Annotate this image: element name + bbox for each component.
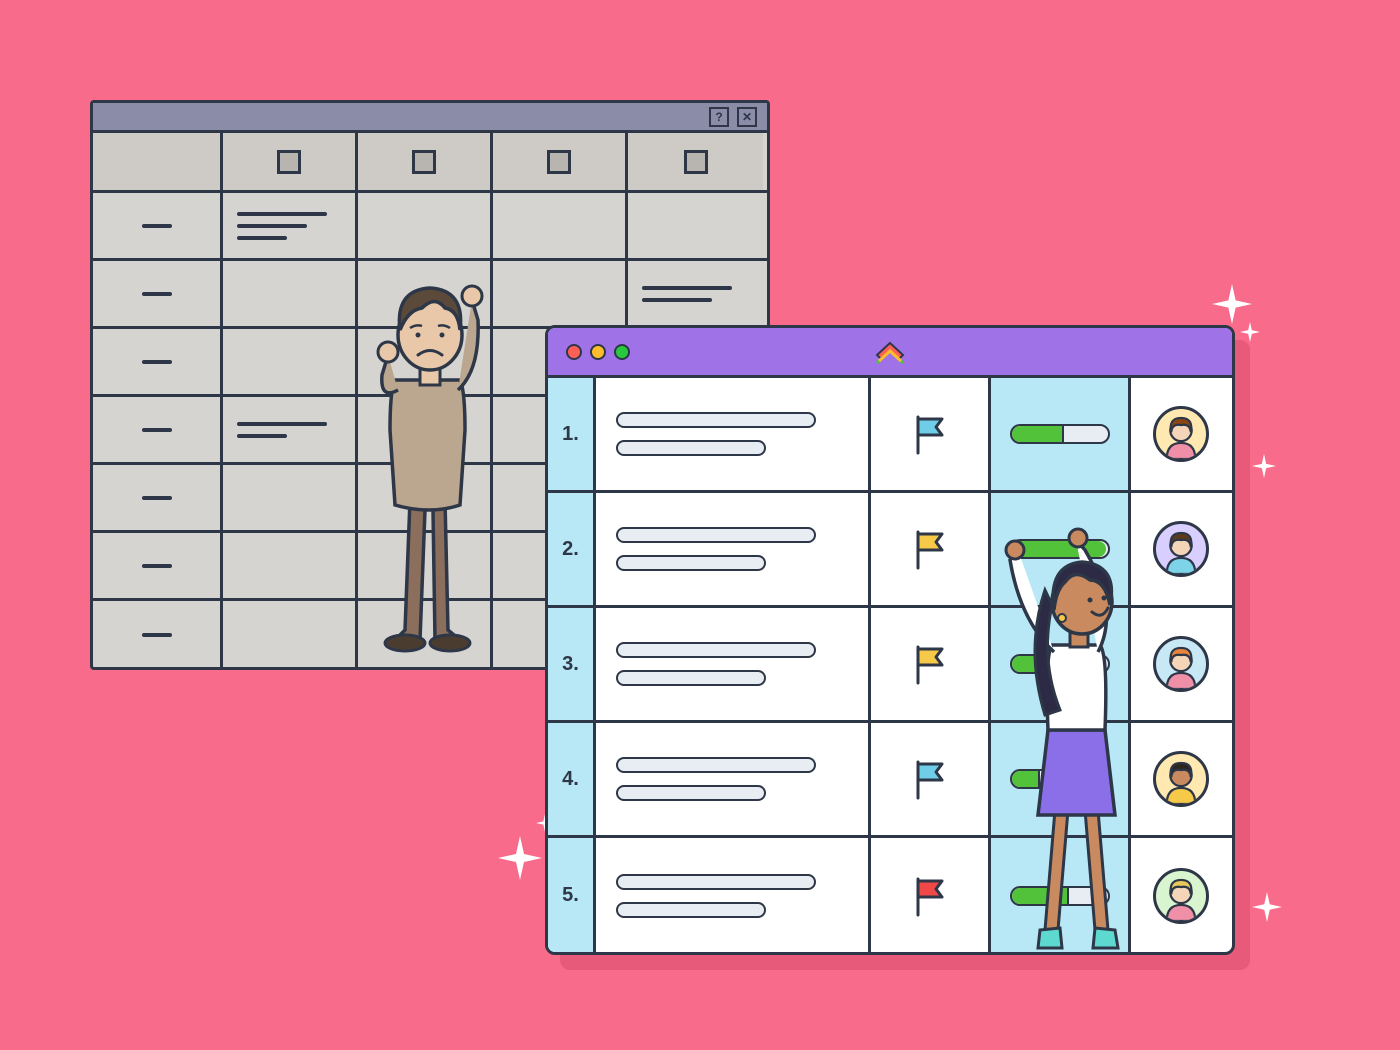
progress-cell[interactable] bbox=[991, 378, 1131, 490]
text-line-placeholder bbox=[616, 874, 816, 890]
row-number: 4. bbox=[548, 723, 596, 835]
window-controls bbox=[566, 344, 630, 360]
maximize-icon[interactable] bbox=[614, 344, 630, 360]
row-number: 2. bbox=[548, 493, 596, 605]
row-number: 3. bbox=[548, 608, 596, 720]
priority-flag-cell[interactable] bbox=[871, 493, 991, 605]
row-number: 1. bbox=[548, 378, 596, 490]
priority-flag-cell[interactable] bbox=[871, 838, 991, 953]
sparkle-icon bbox=[1212, 284, 1252, 324]
column-header-box bbox=[547, 150, 571, 174]
flag-icon bbox=[910, 875, 950, 917]
sparkle-icon bbox=[1240, 322, 1260, 342]
text-line-placeholder bbox=[616, 785, 766, 801]
happy-person-illustration bbox=[990, 510, 1170, 970]
flag-icon bbox=[910, 413, 950, 455]
task-row[interactable]: 1. bbox=[548, 378, 1232, 493]
text-line-placeholder bbox=[616, 642, 816, 658]
column-header-box bbox=[277, 150, 301, 174]
priority-flag-cell[interactable] bbox=[871, 723, 991, 835]
sparkle-icon bbox=[498, 836, 542, 880]
frustrated-person-illustration bbox=[340, 260, 530, 660]
close-button[interactable]: ✕ bbox=[737, 107, 757, 127]
text-line-placeholder bbox=[616, 440, 766, 456]
text-line-placeholder bbox=[616, 412, 816, 428]
text-line-placeholder bbox=[616, 527, 816, 543]
task-title-cell[interactable] bbox=[596, 378, 871, 490]
text-line-placeholder bbox=[616, 902, 766, 918]
progress-bar bbox=[1010, 424, 1110, 444]
priority-flag-cell[interactable] bbox=[871, 608, 991, 720]
minimize-icon[interactable] bbox=[590, 344, 606, 360]
task-title-cell[interactable] bbox=[596, 838, 871, 953]
row-number: 5. bbox=[548, 838, 596, 953]
task-title-cell[interactable] bbox=[596, 723, 871, 835]
sparkle-icon bbox=[1252, 454, 1276, 478]
column-header-box bbox=[412, 150, 436, 174]
avatar-icon bbox=[1153, 406, 1209, 462]
task-title-cell[interactable] bbox=[596, 493, 871, 605]
text-line-placeholder bbox=[616, 555, 766, 571]
priority-flag-cell[interactable] bbox=[871, 378, 991, 490]
spreadsheet-row bbox=[93, 193, 767, 261]
column-header-box bbox=[684, 150, 708, 174]
task-title-cell[interactable] bbox=[596, 608, 871, 720]
flag-icon bbox=[910, 643, 950, 685]
old-titlebar: ? ✕ bbox=[93, 103, 767, 133]
app-logo-icon bbox=[873, 337, 907, 367]
help-button[interactable]: ? bbox=[709, 107, 729, 127]
close-icon[interactable] bbox=[566, 344, 582, 360]
old-column-headers bbox=[93, 133, 767, 193]
flag-icon bbox=[910, 528, 950, 570]
text-line-placeholder bbox=[616, 670, 766, 686]
new-titlebar bbox=[548, 328, 1232, 378]
text-line-placeholder bbox=[616, 757, 816, 773]
flag-icon bbox=[910, 758, 950, 800]
sparkle-icon bbox=[1252, 892, 1282, 922]
assignee-cell[interactable] bbox=[1131, 378, 1231, 490]
